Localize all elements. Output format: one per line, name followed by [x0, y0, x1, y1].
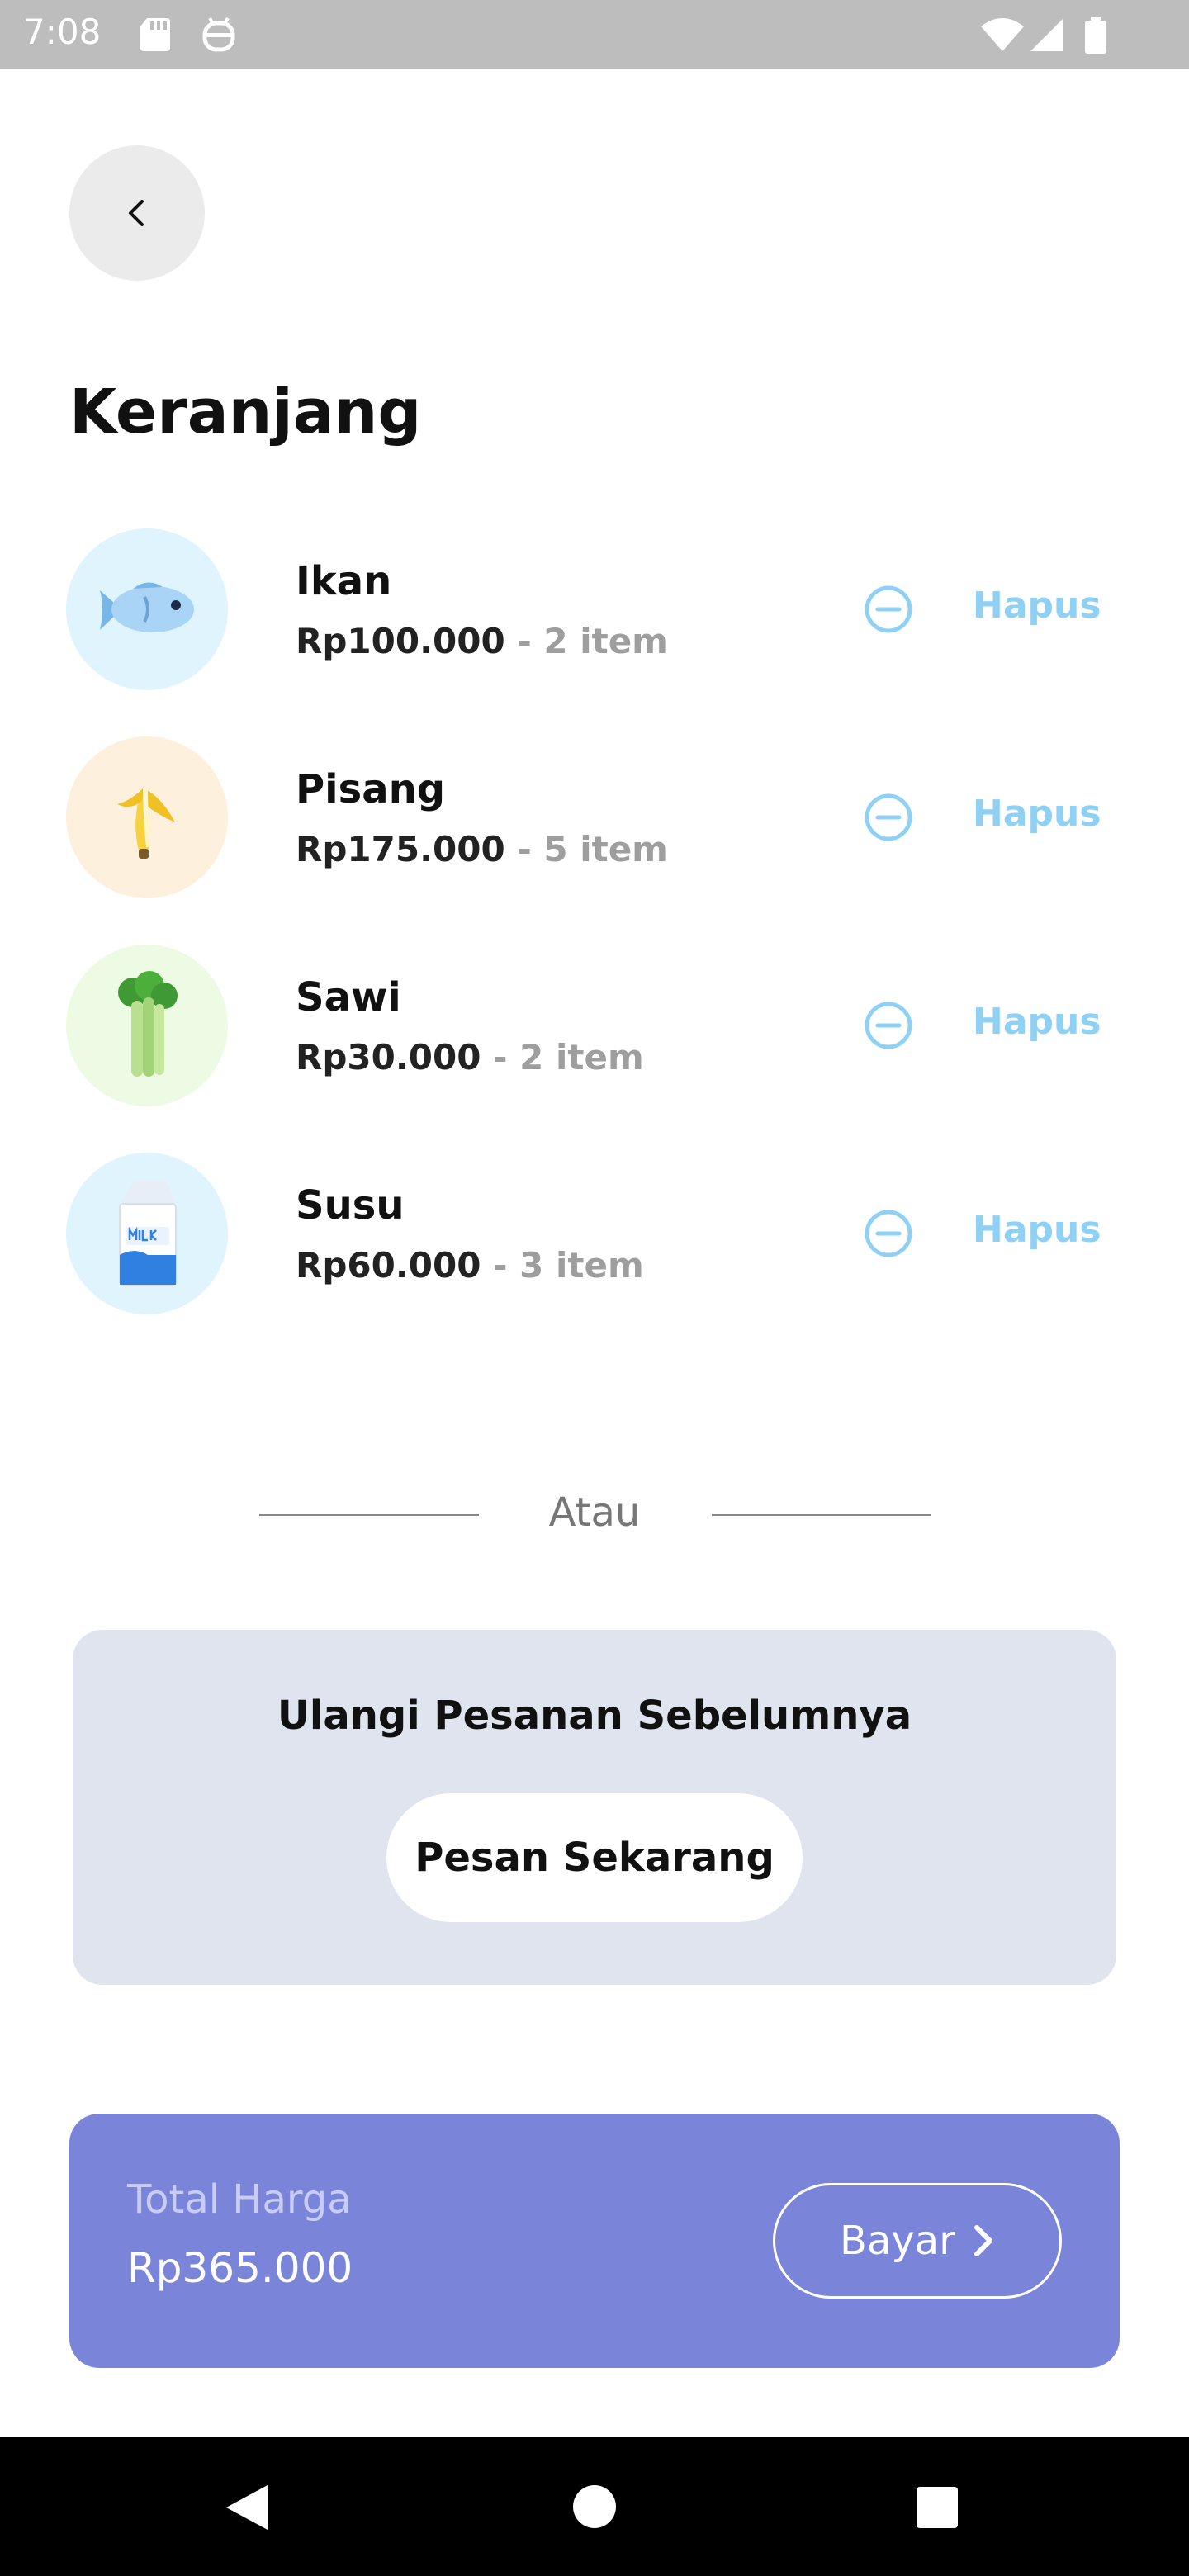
item-price: Rp175.000	[296, 829, 505, 869]
decrease-quantity-button[interactable]	[864, 1209, 913, 1258]
divider-label: Atau	[548, 1489, 641, 1536]
item-thumbnail	[66, 1153, 228, 1314]
banana-icon	[117, 786, 175, 859]
item-price: Rp100.000	[296, 621, 505, 661]
milk-carton-icon	[119, 1181, 177, 1286]
item-price-line: Rp100.000 - 2 item	[296, 621, 668, 661]
pay-button-label: Bayar	[840, 2218, 955, 2264]
status-bar: 7:08	[0, 0, 1189, 69]
navigation-bar	[0, 2437, 1189, 2576]
chevron-left-icon	[129, 200, 144, 226]
item-price-line: Rp60.000 - 3 item	[296, 1245, 644, 1286]
remove-item-button[interactable]: Hapus	[973, 1209, 1101, 1251]
wifi-icon	[981, 18, 1024, 51]
item-quantity: - 5 item	[504, 829, 668, 869]
celery-icon	[118, 971, 178, 1077]
item-price: Rp30.000	[296, 1037, 481, 1077]
item-name: Ikan	[296, 558, 392, 604]
nav-recents-icon[interactable]	[915, 2485, 959, 2530]
signal-icon	[1030, 18, 1063, 51]
back-button[interactable]	[69, 145, 205, 281]
item-name: Pisang	[296, 766, 446, 812]
nav-back-icon[interactable]	[223, 2482, 271, 2533]
chevron-right-icon	[973, 2225, 992, 2256]
remove-item-button[interactable]: Hapus	[973, 585, 1101, 627]
order-now-button[interactable]: Pesan Sekarang	[386, 1793, 803, 1922]
battery-icon	[1085, 17, 1106, 54]
decrease-quantity-button[interactable]	[864, 1001, 913, 1050]
item-quantity: - 3 item	[481, 1245, 644, 1286]
divider-line-right	[712, 1514, 931, 1516]
sd-card-icon	[140, 18, 170, 51]
pay-button[interactable]: Bayar	[773, 2183, 1062, 2299]
cart-item: Susu Rp60.000 - 3 item Hapus	[0, 1153, 1189, 1318]
android-debug-icon	[202, 17, 235, 52]
status-time: 7:08	[23, 12, 102, 52]
decrease-quantity-button[interactable]	[864, 793, 913, 842]
total-value: Rp365.000	[127, 2244, 353, 2292]
item-price-line: Rp175.000 - 5 item	[296, 829, 668, 869]
item-name: Sawi	[296, 974, 401, 1020]
cart-item: Sawi Rp30.000 - 2 item Hapus	[0, 945, 1189, 1110]
item-thumbnail	[66, 736, 228, 898]
nav-home-icon[interactable]	[571, 2484, 618, 2530]
cart-item: Pisang Rp175.000 - 5 item Hapus	[0, 736, 1189, 902]
item-price: Rp60.000	[296, 1245, 481, 1286]
decrease-quantity-button[interactable]	[864, 585, 913, 634]
total-label: Total Harga	[127, 2176, 352, 2223]
reorder-title: Ulangi Pesanan Sebelumnya	[277, 1693, 912, 1739]
item-thumbnail	[66, 528, 228, 690]
item-price-line: Rp30.000 - 2 item	[296, 1037, 644, 1077]
cart-item: Ikan Rp100.000 - 2 item Hapus	[0, 528, 1189, 694]
item-name: Susu	[296, 1182, 405, 1229]
item-quantity: - 2 item	[481, 1037, 644, 1077]
page-title: Keranjang	[69, 376, 422, 447]
remove-item-button[interactable]: Hapus	[973, 1001, 1101, 1043]
fish-icon	[100, 582, 194, 632]
item-quantity: - 2 item	[504, 621, 668, 661]
reorder-card: Ulangi Pesanan Sebelumnya Pesan Sekarang	[73, 1630, 1116, 1985]
total-card: Total Harga Rp365.000 Bayar	[69, 2114, 1120, 2368]
remove-item-button[interactable]: Hapus	[973, 793, 1101, 835]
item-thumbnail	[66, 945, 228, 1106]
